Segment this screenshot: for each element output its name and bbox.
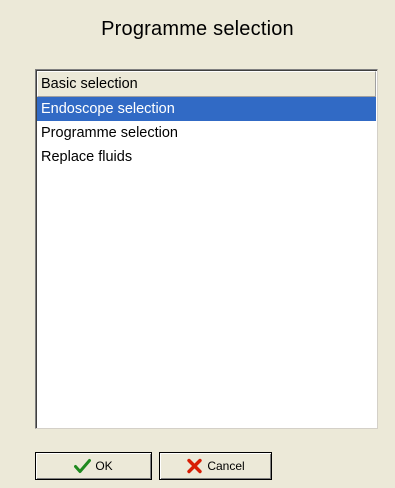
list-item-programme-selection[interactable]: Programme selection — [37, 121, 376, 145]
checkmark-icon — [74, 458, 92, 474]
ok-button[interactable]: OK — [35, 452, 152, 480]
selection-list[interactable]: Basic selection Endoscope selection Prog… — [35, 69, 378, 429]
ok-button-label: OK — [95, 459, 113, 473]
cancel-button-label: Cancel — [207, 459, 245, 473]
list-item-replace-fluids[interactable]: Replace fluids — [37, 145, 376, 169]
cross-icon — [186, 458, 203, 474]
list-item-endoscope-selection[interactable]: Endoscope selection — [37, 97, 376, 121]
dialog-title: Programme selection — [101, 18, 294, 40]
cancel-button[interactable]: Cancel — [159, 452, 272, 480]
list-header: Basic selection — [37, 71, 376, 97]
list-body: Endoscope selection Programme selection … — [37, 97, 376, 169]
